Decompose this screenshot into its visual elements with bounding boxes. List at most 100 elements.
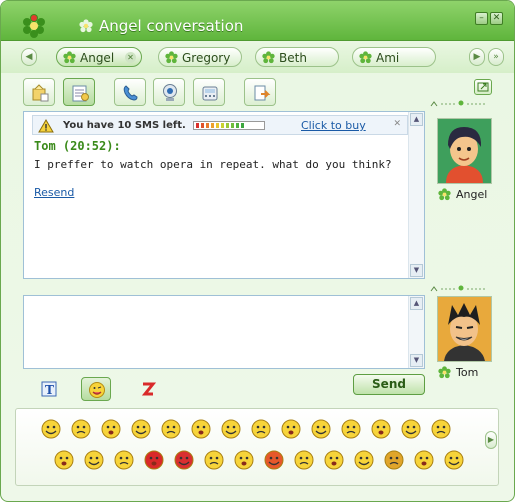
close-tab-icon[interactable]: ✕ bbox=[125, 52, 136, 63]
tab-ami[interactable]: Ami bbox=[352, 47, 436, 67]
icq-flower-logo bbox=[23, 14, 45, 38]
love-emoticon-icon[interactable] bbox=[443, 449, 465, 471]
message-history[interactable]: You have 10 SMS left. Click to buy ✕ Tom… bbox=[23, 111, 425, 279]
cool-emoticon-icon[interactable] bbox=[190, 418, 212, 440]
sms-button[interactable] bbox=[193, 78, 225, 106]
hug-emoticon-icon[interactable] bbox=[203, 449, 225, 471]
devil-emoticon-icon[interactable] bbox=[143, 449, 165, 471]
phone-icon bbox=[123, 85, 138, 101]
star-burst-emoticon-icon[interactable] bbox=[263, 449, 285, 471]
resend-link[interactable]: Resend bbox=[34, 186, 74, 199]
contact-name: Angel bbox=[456, 188, 488, 201]
angry-emoticon-icon[interactable] bbox=[310, 418, 332, 440]
sleepy-emoticon-icon[interactable] bbox=[413, 449, 435, 471]
close-notice-icon[interactable]: ✕ bbox=[393, 119, 401, 129]
scroll-up-icon[interactable]: ▲ bbox=[410, 297, 423, 310]
online-flower-icon bbox=[438, 366, 451, 379]
input-scrollbar[interactable]: ▲ ▼ bbox=[408, 296, 424, 368]
meter-segment bbox=[226, 123, 229, 128]
angel-avatar-image bbox=[438, 119, 491, 183]
tabs-scroll-left-button[interactable]: ◀ bbox=[21, 48, 37, 66]
buy-sms-link[interactable]: Click to buy bbox=[301, 119, 366, 132]
tab-angel[interactable]: Angel ✕ bbox=[56, 47, 142, 67]
history-scrollbar[interactable]: ▲ ▼ bbox=[408, 112, 424, 278]
text-format-button[interactable]: T bbox=[34, 377, 64, 401]
sick-emoticon-icon[interactable] bbox=[233, 449, 255, 471]
emoticons-button[interactable] bbox=[81, 377, 111, 401]
tab-label: Gregory bbox=[182, 51, 231, 65]
tabs-more-button[interactable]: » bbox=[488, 48, 504, 66]
confused-emoticon-icon[interactable] bbox=[340, 418, 362, 440]
meter-segment bbox=[211, 123, 214, 128]
emoticon-icon bbox=[89, 382, 105, 398]
worried-emoticon-icon[interactable] bbox=[130, 418, 152, 440]
tab-label: Beth bbox=[279, 51, 307, 65]
collapse-panel-icon[interactable] bbox=[429, 100, 489, 108]
online-flower-icon bbox=[262, 51, 275, 64]
scroll-up-icon[interactable]: ▲ bbox=[410, 113, 423, 126]
smile-emoticon-icon[interactable] bbox=[40, 418, 62, 440]
send-file-button[interactable] bbox=[244, 78, 276, 106]
sms-count-text: You have 10 SMS left. bbox=[63, 120, 186, 131]
scroll-down-icon[interactable]: ▼ bbox=[410, 264, 423, 277]
contact-info-button[interactable] bbox=[23, 78, 55, 106]
laugh-emoticon-icon[interactable] bbox=[400, 418, 422, 440]
emoticon-palette bbox=[15, 408, 499, 486]
wink-emoticon-icon[interactable] bbox=[220, 418, 242, 440]
message-text: I preffer to watch opera in repeat. what… bbox=[34, 158, 392, 171]
scroll-down-icon[interactable]: ▼ bbox=[410, 354, 423, 367]
user-avatar[interactable] bbox=[437, 296, 492, 362]
tab-label: Angel bbox=[80, 51, 115, 65]
text-format-icon: T bbox=[41, 381, 57, 397]
beer-emoticon-icon[interactable] bbox=[383, 449, 405, 471]
nudge-button[interactable] bbox=[133, 377, 163, 401]
nudge-icon bbox=[141, 382, 156, 396]
thumbs-up-emoticon-icon[interactable] bbox=[323, 449, 345, 471]
warning-icon bbox=[38, 119, 54, 133]
online-flower-icon bbox=[165, 51, 178, 64]
cry-emoticon-icon[interactable] bbox=[353, 449, 375, 471]
collapse-panel-icon[interactable] bbox=[429, 285, 489, 293]
message-input[interactable]: ▲ ▼ bbox=[23, 295, 425, 369]
call-button[interactable] bbox=[114, 78, 146, 106]
tab-beth[interactable]: Beth bbox=[255, 47, 339, 67]
contact-tabs: ◀ Angel ✕ Gregory Beth Ami ▶ » bbox=[1, 41, 514, 73]
blush-emoticon-icon[interactable] bbox=[53, 449, 75, 471]
webcam-icon bbox=[163, 84, 177, 101]
tabs-scroll-right-button[interactable]: ▶ bbox=[469, 48, 485, 66]
message-sender: Tom (20:52): bbox=[34, 139, 121, 153]
emoticons-scroll-right-button[interactable]: ▶ bbox=[485, 431, 497, 449]
tab-label: Ami bbox=[376, 51, 400, 65]
kiss-emoticon-icon[interactable] bbox=[280, 418, 302, 440]
meter-segment bbox=[221, 123, 224, 128]
hand-raise-emoticon-icon[interactable] bbox=[430, 418, 452, 440]
contact-info-icon bbox=[32, 84, 49, 102]
kissing-emoticon-icon[interactable] bbox=[83, 449, 105, 471]
tab-gregory[interactable]: Gregory bbox=[158, 47, 242, 67]
sms-meter bbox=[193, 121, 265, 130]
meter-segment bbox=[206, 123, 209, 128]
shy-emoticon-icon[interactable] bbox=[113, 449, 135, 471]
title-bar[interactable]: Angel conversation – ✕ bbox=[1, 1, 514, 41]
history-icon bbox=[72, 85, 89, 102]
webcam-button[interactable] bbox=[153, 78, 185, 106]
send-button[interactable]: Send bbox=[353, 374, 425, 395]
online-flower-icon bbox=[63, 51, 76, 64]
meter-segment bbox=[236, 123, 239, 128]
sad-emoticon-icon[interactable] bbox=[70, 418, 92, 440]
expand-window-button[interactable] bbox=[474, 79, 492, 95]
minimize-button[interactable]: – bbox=[475, 12, 488, 25]
online-flower-icon bbox=[359, 51, 372, 64]
history-button[interactable] bbox=[63, 78, 95, 106]
meter-segment bbox=[231, 123, 234, 128]
crazy-emoticon-icon[interactable] bbox=[293, 449, 315, 471]
tongue-emoticon-icon[interactable] bbox=[370, 418, 392, 440]
user-name: Tom bbox=[456, 366, 479, 379]
grin-emoticon-icon[interactable] bbox=[100, 418, 122, 440]
thumbs-up-face-emoticon-icon[interactable] bbox=[250, 418, 272, 440]
contact-avatar[interactable] bbox=[437, 118, 492, 184]
rose-emoticon-icon[interactable] bbox=[173, 449, 195, 471]
sms-notice: You have 10 SMS left. Click to buy ✕ bbox=[32, 115, 408, 135]
surprised-emoticon-icon[interactable] bbox=[160, 418, 182, 440]
close-button[interactable]: ✕ bbox=[490, 12, 503, 25]
